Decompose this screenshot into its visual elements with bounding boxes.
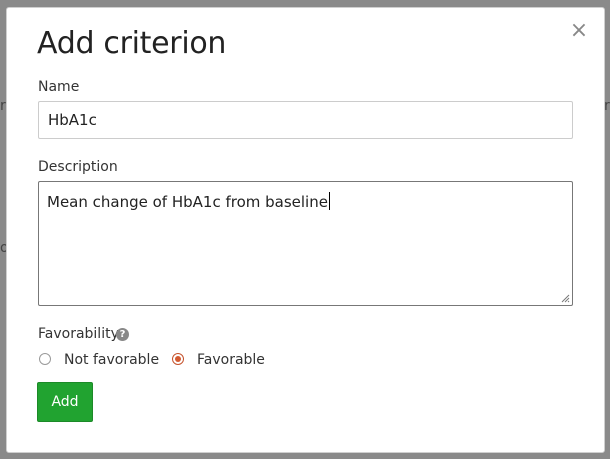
add-button[interactable]: Add	[37, 382, 93, 422]
radio-favorable[interactable]	[172, 353, 184, 365]
name-label: Name	[38, 79, 80, 95]
text-caret	[328, 192, 330, 210]
favorability-label: Favorability	[38, 326, 119, 342]
radio-not-favorable-label[interactable]: Not favorable	[64, 352, 159, 368]
dialog-title: Add criterion	[37, 26, 227, 61]
resize-handle-icon[interactable]	[561, 294, 570, 303]
help-icon[interactable]: ?	[116, 328, 129, 341]
radio-not-favorable[interactable]	[39, 353, 51, 365]
description-text: Mean change of HbA1c from baseline	[47, 193, 328, 211]
backdrop-text-fragment: r	[0, 98, 6, 114]
name-field[interactable]: HbA1c	[38, 101, 573, 139]
description-label: Description	[38, 159, 118, 175]
description-textarea[interactable]: Mean change of HbA1c from baseline	[38, 181, 573, 306]
close-icon[interactable]: ×	[569, 20, 589, 44]
radio-favorable-label[interactable]: Favorable	[197, 352, 265, 368]
add-criterion-dialog: Add criterion × Name HbA1c Description M…	[6, 7, 605, 453]
